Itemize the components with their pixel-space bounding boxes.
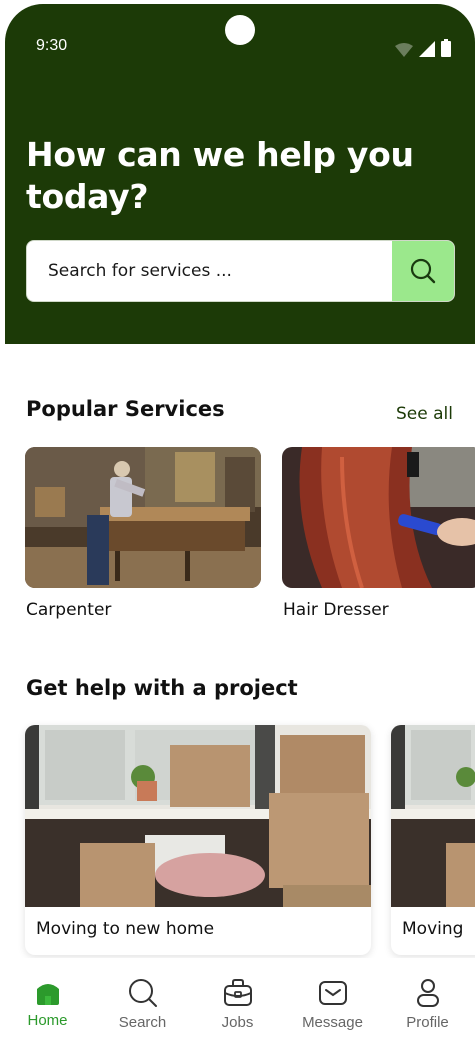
- status-icons: [395, 39, 451, 57]
- service-card-hair-dresser[interactable]: [282, 447, 475, 588]
- nav-label-jobs: Jobs: [221, 1014, 254, 1031]
- service-label-carpenter: Carpenter: [26, 600, 112, 620]
- bottom-nav: Home Search Jobs Message Profile: [0, 958, 475, 1048]
- search-input[interactable]: [27, 241, 392, 301]
- nav-label-profile: Profile: [406, 1014, 449, 1031]
- camera-cutout: [225, 15, 255, 45]
- moving-image-2: [391, 725, 475, 907]
- search-button[interactable]: [392, 241, 454, 301]
- project-label-moving-new-home: Moving to new home: [36, 919, 215, 939]
- app-screen: 9:30 How can we help you today? Popular …: [0, 0, 475, 1048]
- search-icon: [128, 979, 157, 1007]
- mail-icon: [318, 981, 347, 1005]
- project-card-moving[interactable]: Moving: [391, 725, 475, 955]
- user-icon: [416, 979, 439, 1007]
- nav-message[interactable]: Message: [288, 978, 378, 1031]
- project-card-moving-new-home[interactable]: Moving to new home: [25, 725, 371, 955]
- status-time: 9:30: [36, 37, 68, 54]
- service-card-carpenter[interactable]: [25, 447, 261, 588]
- wifi-icon: [395, 43, 413, 57]
- battery-icon: [441, 39, 451, 57]
- home-icon: [36, 984, 59, 1005]
- nav-label-home: Home: [27, 1012, 68, 1029]
- briefcase-icon: [223, 979, 252, 1006]
- nav-profile[interactable]: Profile: [383, 978, 473, 1031]
- nav-label-search: Search: [118, 1014, 167, 1031]
- carpenter-image: [25, 447, 261, 588]
- see-all-link[interactable]: See all: [396, 404, 453, 424]
- page-title: How can we help you today?: [26, 135, 414, 216]
- header: 9:30 How can we help you today?: [5, 4, 475, 344]
- search-icon: [410, 258, 436, 284]
- project-label-moving: Moving: [402, 919, 464, 939]
- nav-home[interactable]: Home: [3, 978, 93, 1029]
- nav-label-message: Message: [302, 1014, 363, 1031]
- nav-search[interactable]: Search: [98, 978, 188, 1031]
- moving-image: [25, 725, 371, 907]
- service-label-hair-dresser: Hair Dresser: [283, 600, 389, 620]
- signal-icon: [419, 41, 435, 57]
- hair-dresser-image: [282, 447, 475, 588]
- projects-title: Get help with a project: [26, 676, 298, 700]
- popular-services-title: Popular Services: [26, 397, 225, 421]
- search-bar: [26, 240, 455, 302]
- nav-jobs[interactable]: Jobs: [193, 978, 283, 1031]
